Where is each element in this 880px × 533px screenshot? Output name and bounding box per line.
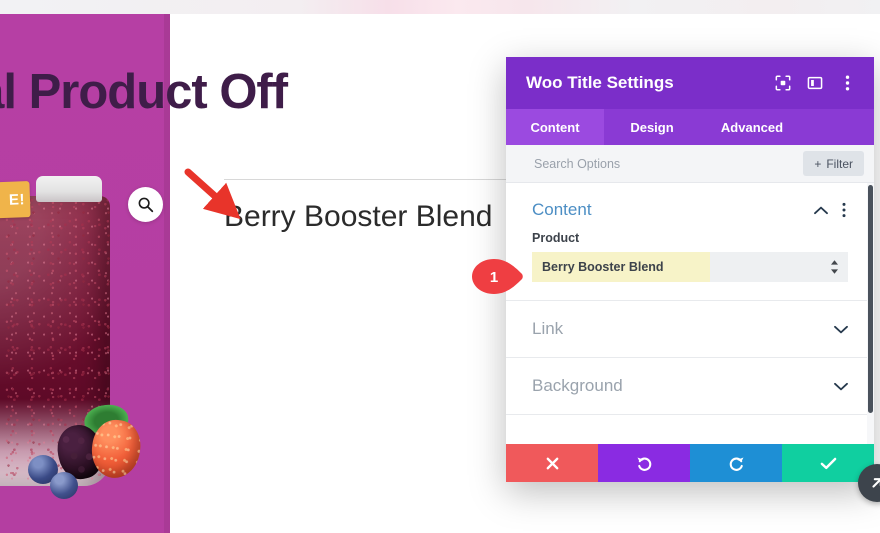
panel-layout-icon[interactable]: [802, 70, 828, 96]
section-kebab-icon[interactable]: [836, 199, 852, 221]
product-zoom-button[interactable]: [128, 187, 163, 222]
filter-button[interactable]: + Filter: [803, 151, 864, 176]
redo-button[interactable]: [690, 444, 782, 482]
product-select-value: Berry Booster Blend: [542, 260, 664, 274]
section-title-content: Content: [532, 200, 592, 219]
magnifier-icon: [138, 197, 154, 213]
woo-title-settings-modal: Woo Title Settings Content Design Advanc…: [506, 57, 874, 482]
modal-scrollbar[interactable]: [867, 183, 874, 444]
undo-icon: [637, 456, 651, 471]
product-select[interactable]: Berry Booster Blend: [532, 252, 848, 282]
product-field: Product Berry Booster Blend: [506, 231, 874, 282]
tab-advanced[interactable]: Advanced: [700, 109, 804, 145]
modal-header: Woo Title Settings: [506, 57, 874, 109]
modal-body: Content Product Berry Booster Blend Link…: [506, 183, 874, 444]
section-header-background[interactable]: Background: [506, 358, 874, 415]
page-hero-heading: ecial Product Off: [0, 65, 288, 119]
callout-number: 1: [489, 268, 499, 286]
woo-product-title: Berry Booster Blend: [224, 200, 493, 233]
undo-button[interactable]: [598, 444, 690, 482]
select-spinner-icon[interactable]: [830, 252, 839, 282]
redo-icon: [729, 456, 743, 471]
filter-button-label: Filter: [826, 156, 853, 171]
checkmark-icon: [820, 457, 836, 469]
scrollbar-thumb[interactable]: [868, 185, 873, 413]
focus-target-icon[interactable]: [770, 70, 796, 96]
tab-content[interactable]: Content: [506, 109, 604, 145]
annotation-arrow: [184, 168, 241, 220]
modal-tabs: Content Design Advanced: [506, 109, 874, 145]
blueberry-image: [50, 472, 78, 499]
screenshot-root: E! ecial Product Off Berry Booster Blend…: [0, 0, 880, 533]
resize-arrow-icon: [872, 478, 880, 488]
section-title-link: Link: [532, 319, 564, 338]
section-title-background: Background: [532, 376, 623, 395]
chevron-down-icon[interactable]: [830, 318, 852, 340]
plus-icon: +: [814, 156, 822, 171]
sale-badge: E!: [0, 181, 31, 219]
close-icon: [546, 457, 558, 469]
bottle-cap: [36, 176, 102, 202]
search-options-row: + Filter: [506, 145, 874, 183]
search-input[interactable]: [532, 155, 804, 172]
step-callout-1: 1: [466, 256, 536, 298]
page-top-image-strip: [0, 0, 880, 14]
modal-footer: [506, 444, 874, 482]
kebab-menu-icon[interactable]: [834, 70, 860, 96]
section-header-link[interactable]: Link: [506, 301, 874, 358]
tab-design[interactable]: Design: [604, 109, 700, 145]
chevron-up-icon[interactable]: [810, 199, 832, 221]
sale-badge-label: E!: [8, 190, 26, 209]
product-field-label: Product: [532, 231, 580, 245]
cancel-button[interactable]: [506, 444, 598, 482]
chevron-down-icon[interactable]: [830, 375, 852, 397]
modal-title: Woo Title Settings: [526, 73, 674, 92]
section-header-content[interactable]: Content: [506, 183, 874, 231]
